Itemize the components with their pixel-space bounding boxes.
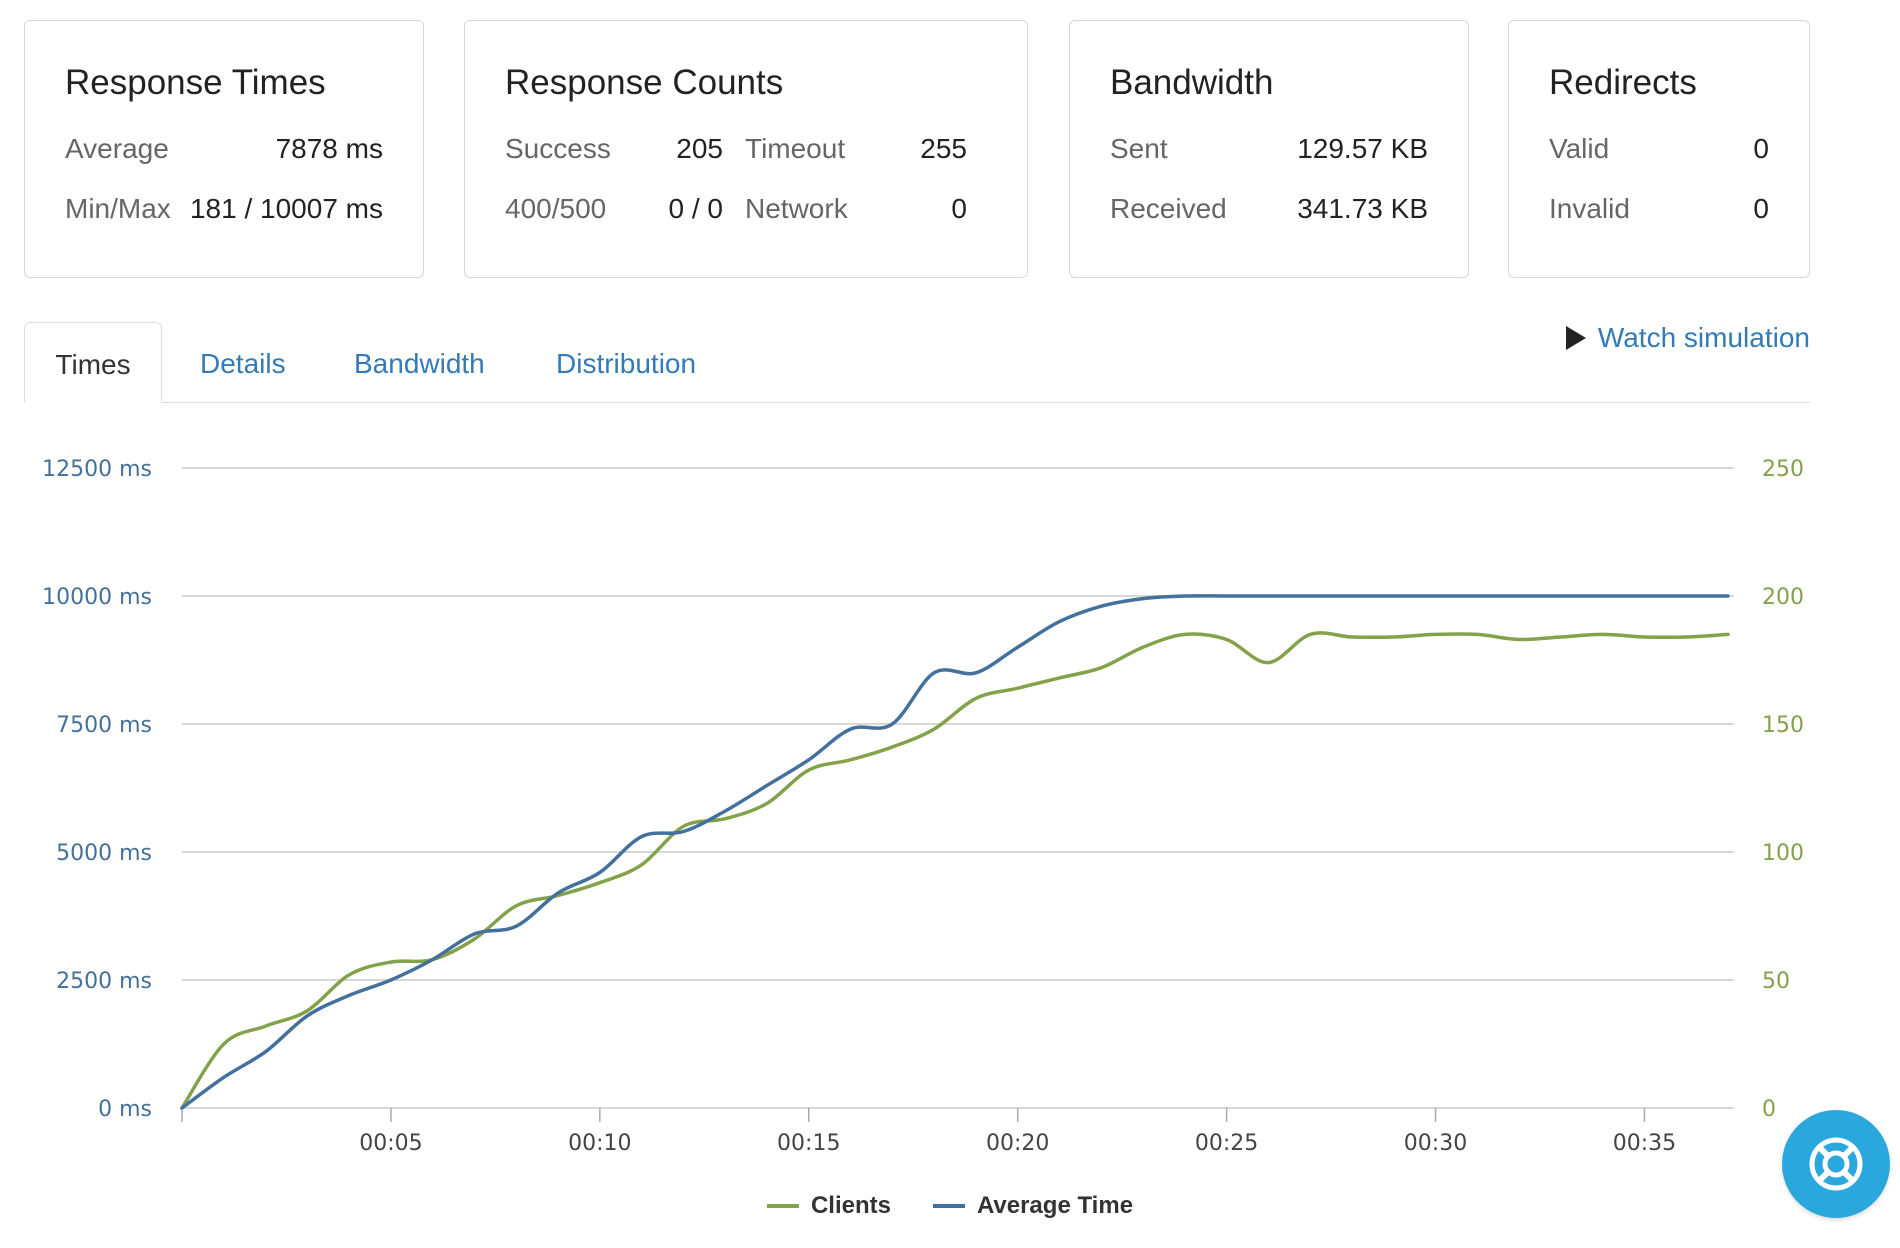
success-value: 205 — [676, 133, 723, 164]
redirects-title: Redirects — [1549, 63, 1697, 102]
lifebuoy-icon — [1809, 1137, 1863, 1191]
y-right-tick-label: 150 — [1762, 713, 1804, 738]
x-tick-label: 00:35 — [1613, 1131, 1676, 1156]
network-value: 0 — [951, 193, 967, 224]
x-tick-label: 00:30 — [1404, 1131, 1467, 1156]
times-chart: 12500 ms 10000 ms 7500 ms 5000 ms 2500 ms 0 m… — [42, 457, 1804, 1156]
legend-item-clients[interactable]: Clients — [766, 1192, 891, 1220]
valid-value: 0 — [1753, 133, 1769, 164]
response-counts-title: Response Counts — [505, 63, 784, 102]
average-value: 7878 ms — [275, 133, 383, 164]
chart-axes: 12500 ms 10000 ms 7500 ms 5000 ms 2500 ms 0 m… — [42, 457, 1804, 1156]
y-right-tick-label: 100 — [1762, 841, 1804, 866]
received-value: 341.73 KB — [1297, 193, 1428, 224]
response-times-card: Response Times Average 7878 ms Min/Max 1… — [24, 20, 424, 278]
invalid-label: Invalid — [1549, 193, 1630, 224]
y-right-tick-label: 200 — [1762, 585, 1804, 610]
tab-distribution[interactable]: Distribution — [556, 322, 696, 403]
x-tick-label: 00:25 — [1195, 1131, 1258, 1156]
timeout-label: Timeout — [745, 133, 846, 164]
watch-simulation-label: Watch simulation — [1597, 322, 1810, 353]
tab-details[interactable]: Details — [200, 322, 286, 403]
chart-grid — [182, 467, 1734, 1109]
legend-item-average-time[interactable]: Average Time — [932, 1192, 1134, 1220]
network-label: Network — [745, 193, 848, 224]
watch-simulation-link[interactable]: Watch simulation — [1565, 322, 1810, 354]
legend-label-clients: Clients — [810, 1192, 891, 1219]
x-tick-label: 00:05 — [359, 1131, 422, 1156]
y-left-tick-label: 0 ms — [98, 1097, 152, 1122]
y-left-tick-label: 7500 ms — [56, 713, 152, 738]
received-label: Received — [1110, 193, 1227, 224]
bandwidth-title: Bandwidth — [1110, 63, 1274, 102]
y-right-tick-label: 50 — [1762, 969, 1790, 994]
response-times-title: Response Times — [65, 63, 326, 102]
average-label: Average — [65, 133, 169, 164]
y-right-tick-label: 250 — [1762, 457, 1804, 482]
y-right-tick-label: 0 — [1762, 1097, 1776, 1122]
help-button[interactable] — [1782, 1110, 1890, 1218]
response-counts-card: Response Counts Success 205 Timeout 255 … — [464, 20, 1028, 278]
x-tick-label: 00:20 — [986, 1131, 1049, 1156]
x-tick-label: 00:15 — [777, 1131, 840, 1156]
valid-label: Valid — [1549, 133, 1610, 164]
redirects-card: Redirects Valid 0 Invalid 0 — [1508, 20, 1810, 278]
x-tick-label: 00:10 — [568, 1131, 631, 1156]
tab-bandwidth[interactable]: Bandwidth — [354, 322, 485, 403]
invalid-value: 0 — [1753, 193, 1769, 224]
sent-value: 129.57 KB — [1297, 133, 1428, 164]
chart-legend: Clients Average Time — [0, 1192, 1900, 1220]
y-left-tick-label: 5000 ms — [56, 841, 152, 866]
sent-label: Sent — [1110, 133, 1168, 164]
timeout-value: 255 — [920, 133, 967, 164]
y-left-tick-label: 12500 ms — [42, 457, 152, 482]
tabs-divider — [24, 402, 1810, 403]
legend-swatch-average-time — [932, 1204, 965, 1208]
series-line-clients — [180, 631, 1730, 1110]
errors-label: 400/500 — [505, 193, 607, 224]
legend-swatch-clients — [766, 1204, 799, 1208]
minmax-value: 181 / 10007 ms — [189, 193, 383, 224]
tab-times[interactable]: Times — [24, 322, 162, 403]
bandwidth-card: Bandwidth Sent 129.57 KB Received 341.73… — [1069, 20, 1469, 278]
errors-value: 0 / 0 — [668, 193, 723, 224]
y-left-tick-label: 2500 ms — [56, 969, 152, 994]
play-icon — [1565, 326, 1586, 350]
legend-label-average-time: Average Time — [976, 1192, 1134, 1219]
y-left-tick-label: 10000 ms — [42, 585, 152, 610]
success-label: Success — [505, 133, 611, 164]
minmax-label: Min/Max — [65, 193, 171, 224]
